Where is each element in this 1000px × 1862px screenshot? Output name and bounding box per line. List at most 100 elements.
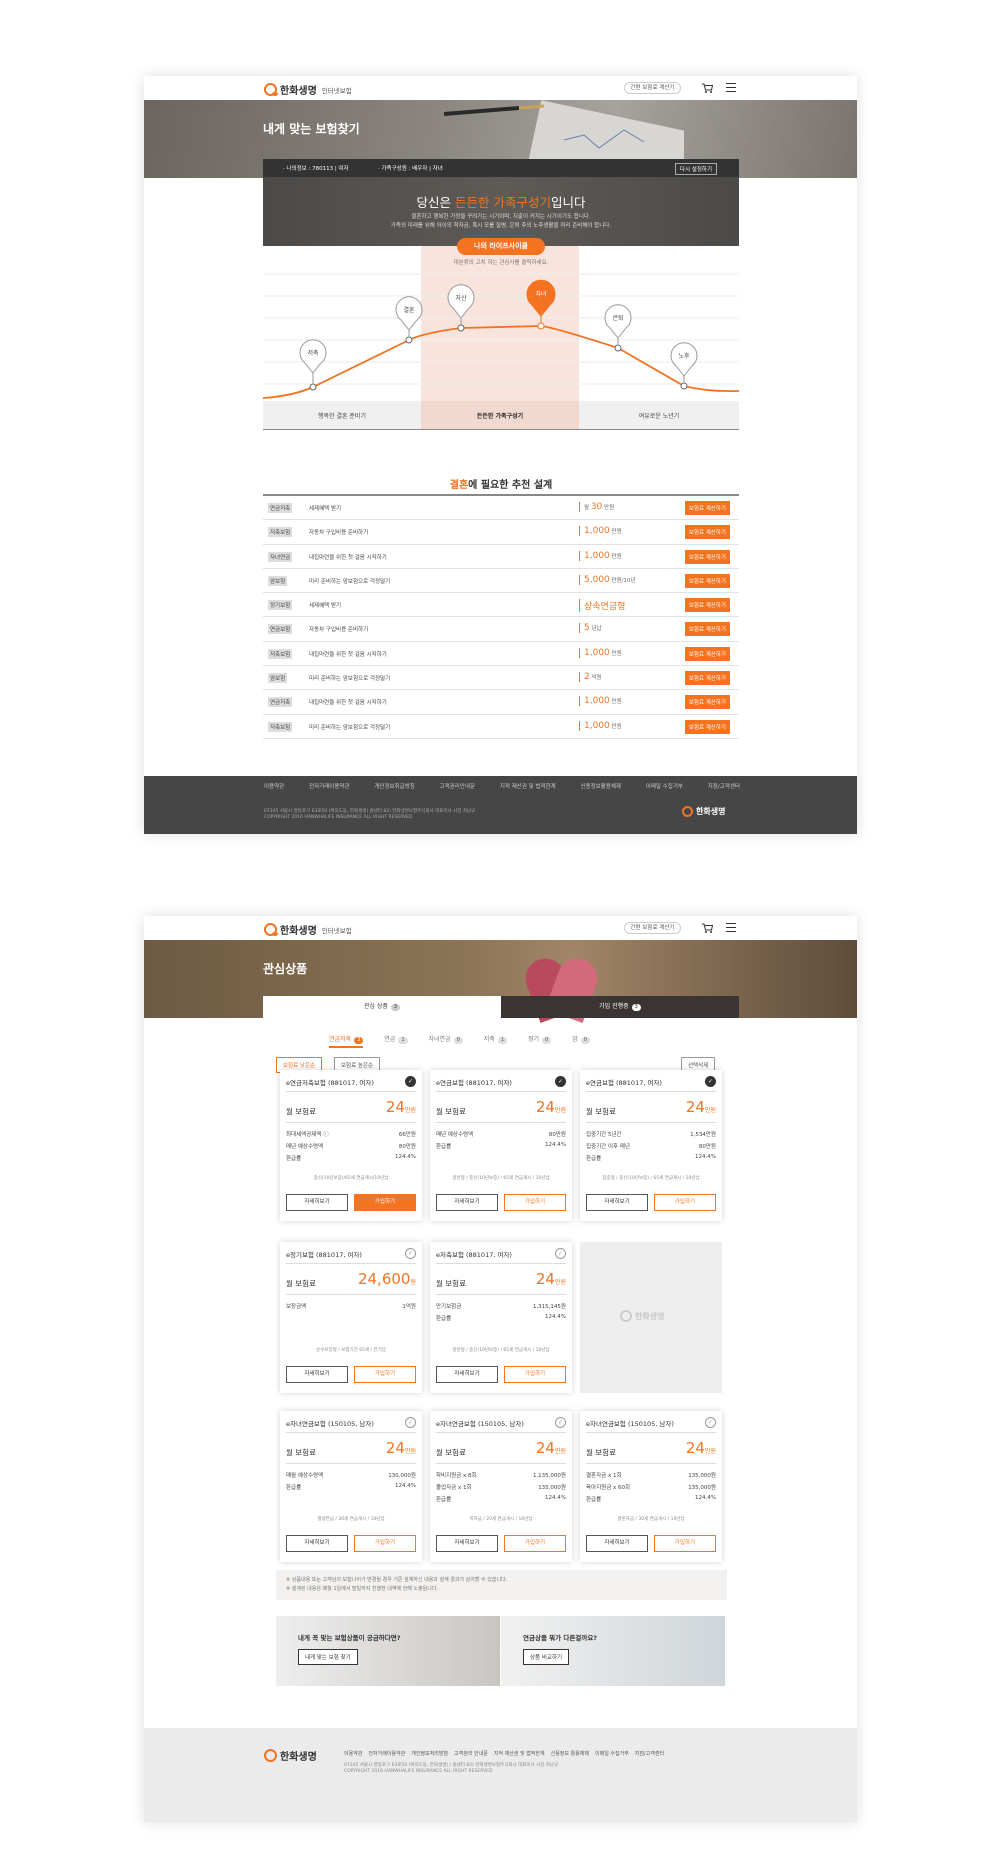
- checkbox-icon[interactable]: ✓: [705, 1076, 716, 1087]
- join-button[interactable]: 가입하기: [654, 1194, 716, 1211]
- checkbox-icon[interactable]: ✓: [705, 1417, 716, 1428]
- detail-button[interactable]: 자세히보기: [436, 1194, 498, 1211]
- banner-question: 내게 꼭 맞는 보험상품이 궁금하다면?: [298, 1634, 401, 1642]
- premium-calculator-button[interactable]: 간편 보험료 계산기: [624, 922, 681, 934]
- checkbox-icon[interactable]: ✓: [555, 1417, 566, 1428]
- recommend-row: 연금저축 내집마련을 위한 첫 걸음 시작하기 1,000 만원 보험료 계산하기: [263, 690, 739, 715]
- product-tag: 암보험: [268, 673, 288, 684]
- detail-label: 환급률: [436, 1316, 452, 1322]
- product-card: e자녀연금보험 (150105, 남자) ✓ 월 보험료 24만원 130,000원 매월…: [280, 1411, 422, 1562]
- menu-icon[interactable]: [726, 83, 736, 92]
- checkbox-icon[interactable]: ✓: [405, 1417, 416, 1428]
- detail-button[interactable]: 자세히보기: [286, 1535, 348, 1552]
- count-badge: 1: [398, 1037, 408, 1044]
- result-description: 결혼하고 행복한 가정을 꾸려가는 시기이며, 지출이 커지는 시기이기도 합니…: [390, 214, 612, 229]
- amount-unit: 만원/10년: [611, 577, 636, 584]
- footer-link[interactable]: 전자거래이용약관: [309, 782, 349, 790]
- tab-in-progress[interactable]: 가입 진행중 3: [501, 996, 739, 1018]
- detail-button[interactable]: 자세히보기: [436, 1366, 498, 1383]
- detail-row: 124.4% 환급률: [286, 1154, 416, 1162]
- footer-link[interactable]: 지적 재산권 및 법적한계: [500, 782, 556, 790]
- join-button[interactable]: 가입하기: [654, 1535, 716, 1552]
- footer-address: 07345 서울시 영등포구 63로50 (여의도동, 한화생명) 콜센터 82…: [264, 809, 476, 820]
- footer-link[interactable]: 이메일 수집거부: [646, 782, 683, 790]
- premium-unit: 만원: [554, 1107, 566, 1114]
- calculate-button[interactable]: 보험료 계산하기: [684, 646, 730, 661]
- footer-link[interactable]: 지점/고객센터: [708, 782, 740, 790]
- join-button[interactable]: 가입하기: [354, 1194, 416, 1211]
- tab-interest[interactable]: 관심 상품 3: [263, 996, 501, 1018]
- detail-button[interactable]: 자세히보기: [286, 1366, 348, 1383]
- detail-button[interactable]: 자세히보기: [586, 1535, 648, 1552]
- lifecycle-button[interactable]: 나의 라이프사이클: [457, 238, 545, 255]
- recommend-amount: 1,000 만원: [579, 550, 622, 561]
- product-title: e연금보험 (881017, 여자): [586, 1079, 662, 1087]
- join-button[interactable]: 가입하기: [504, 1535, 566, 1552]
- recommend-row: 정기보험 세제혜택 받기 상속연금형 보험료 계산하기: [263, 593, 739, 618]
- detail-button[interactable]: 자세히보기: [586, 1194, 648, 1211]
- category-tab[interactable]: 자녀연금 0: [429, 1034, 463, 1048]
- footer-link[interactable]: 지점/고객센터: [635, 1750, 664, 1757]
- join-button[interactable]: 가입하기: [354, 1535, 416, 1552]
- product-description: 미리 준비하는 암보험으로 걱정덜기: [309, 676, 391, 683]
- detail-value: 66만원: [398, 1132, 416, 1138]
- product-option-note: 학자금 / 20세 연금개시 / 10년납: [469, 1517, 533, 1522]
- category-tab[interactable]: 연금 1: [384, 1034, 408, 1048]
- calculate-button[interactable]: 보험료 계산하기: [684, 671, 730, 686]
- logo[interactable]: 한화생명 인터넷보험: [264, 922, 352, 937]
- footer-link[interactable]: 전자거래이용약관: [368, 1750, 405, 1757]
- footer-link[interactable]: 이메일 수집거부: [595, 1750, 629, 1757]
- join-button[interactable]: 가입하기: [504, 1366, 566, 1383]
- checkbox-icon[interactable]: ✓: [555, 1248, 566, 1259]
- checkbox-icon[interactable]: ✓: [405, 1248, 416, 1259]
- category-tab[interactable]: 암0: [572, 1034, 590, 1048]
- calculate-button[interactable]: 보험료 계산하기: [684, 695, 730, 710]
- join-button[interactable]: 가입하기: [504, 1194, 566, 1211]
- category-tab[interactable]: 정기 0: [528, 1034, 552, 1048]
- recommend-amount: 5,000 만원/10년: [579, 574, 636, 585]
- logo[interactable]: 한화생명 인터넷보험: [264, 82, 352, 97]
- divider: [586, 1463, 716, 1464]
- calculate-button[interactable]: 보험료 계산하기: [684, 549, 730, 564]
- family-info: · 가족구성원 : 배우자 | 자녀: [378, 166, 443, 172]
- footer-link[interactable]: 고객권리 안내문: [454, 1750, 488, 1757]
- category-tab[interactable]: 저축 1: [484, 1034, 508, 1048]
- footer-link[interactable]: 개인정보처리방침: [411, 1750, 448, 1757]
- footer-link[interactable]: 개인정보취급방침: [374, 782, 414, 790]
- footer-link[interactable]: 지적 재산권 및 법적한계: [494, 1750, 545, 1757]
- divider: [436, 1432, 566, 1433]
- count-badge: 1: [497, 1037, 508, 1044]
- detail-label: 환급률: [286, 1156, 302, 1162]
- checkbox-icon[interactable]: ✓: [555, 1076, 566, 1087]
- cart-icon[interactable]: [701, 82, 713, 94]
- premium-label: 월 보험료: [586, 1107, 616, 1116]
- detail-value: 130,000원: [388, 1473, 416, 1479]
- amount-value: 1,000: [584, 550, 610, 561]
- checkbox-icon[interactable]: ✓: [405, 1076, 416, 1087]
- calculate-button[interactable]: 보험료 계산하기: [684, 573, 730, 588]
- detail-button[interactable]: 자세히보기: [286, 1194, 348, 1211]
- join-button[interactable]: 가입하기: [354, 1366, 416, 1383]
- calculate-button[interactable]: 보험료 계산하기: [684, 719, 730, 734]
- footer-link[interactable]: 신용정보 활용체제: [551, 1750, 589, 1757]
- reset-button[interactable]: 다시 설정하기: [674, 163, 717, 175]
- calculate-button[interactable]: 보험료 계산하기: [684, 598, 730, 613]
- calculate-button[interactable]: 보험료 계산하기: [684, 622, 730, 637]
- footer-link[interactable]: 고객권리안내문: [440, 782, 475, 790]
- calculate-button[interactable]: 보험료 계산하기: [684, 525, 730, 540]
- compare-products-button[interactable]: 상품 비교하기: [523, 1649, 570, 1665]
- find-insurance-button[interactable]: 내게 맞는 보험 찾기: [298, 1649, 358, 1665]
- footer-link[interactable]: 이용약관: [264, 782, 284, 790]
- category-tab[interactable]: 연금저축 3: [329, 1034, 364, 1048]
- product-tag: 연금저축: [268, 503, 293, 513]
- footer-link[interactable]: 이용약관: [344, 1750, 362, 1757]
- detail-button[interactable]: 자세히보기: [436, 1535, 498, 1552]
- cart-icon[interactable]: [701, 922, 713, 934]
- menu-icon[interactable]: [726, 923, 736, 932]
- count-badge: 0: [453, 1037, 463, 1044]
- footer-link[interactable]: 신용정보활용체제: [580, 782, 620, 790]
- calculate-button[interactable]: 보험료 계산하기: [684, 501, 730, 515]
- premium-calculator-button[interactable]: 간편 보험료 계산기: [624, 82, 681, 94]
- premium-unit: 만원: [404, 1448, 416, 1455]
- detail-row: 124.4% 환급률: [286, 1483, 416, 1491]
